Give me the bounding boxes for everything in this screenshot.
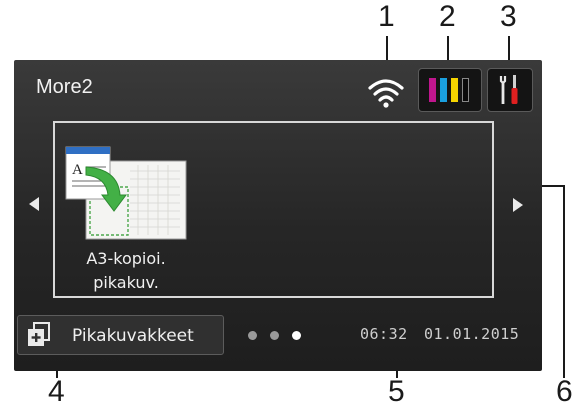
page-dot-1 [248, 331, 257, 340]
shortcuts-label: Pikakuvakkeet [72, 326, 194, 346]
settings-button[interactable] [487, 68, 533, 112]
callout-2: 2 [439, 0, 456, 33]
callout-4: 4 [48, 375, 65, 408]
callout-3: 3 [500, 0, 517, 33]
add-shortcut-icon [28, 322, 50, 346]
page-dot-3-active [292, 331, 301, 340]
ink-yellow [451, 78, 458, 102]
copy-shortcut-icon: A [65, 146, 187, 240]
shortcut-a3-copy[interactable]: A [64, 145, 188, 241]
svg-text:A: A [72, 162, 83, 178]
ink-black [462, 78, 469, 102]
ink-cyan [440, 78, 447, 102]
shortcut-label-line2: pikakuv. [93, 273, 159, 292]
screen-title: More2 [36, 76, 93, 98]
shortcut-label-line1: A3-kopioi. [86, 249, 166, 268]
scroll-right-arrow[interactable] [513, 198, 523, 212]
clock-time: 06:32 [360, 325, 408, 343]
ink-magenta [429, 78, 436, 102]
tools-icon [499, 75, 518, 104]
ink-button[interactable] [418, 68, 482, 112]
page-dot-2 [270, 331, 279, 340]
callout-1: 1 [378, 0, 395, 33]
callout-5: 5 [388, 375, 405, 408]
callout-6: 6 [556, 375, 573, 408]
clock-date: 01.01.2015 [424, 325, 520, 343]
wifi-icon[interactable] [366, 76, 406, 108]
scroll-left-arrow[interactable] [29, 197, 39, 211]
leader-line-6-vertical [563, 185, 565, 378]
